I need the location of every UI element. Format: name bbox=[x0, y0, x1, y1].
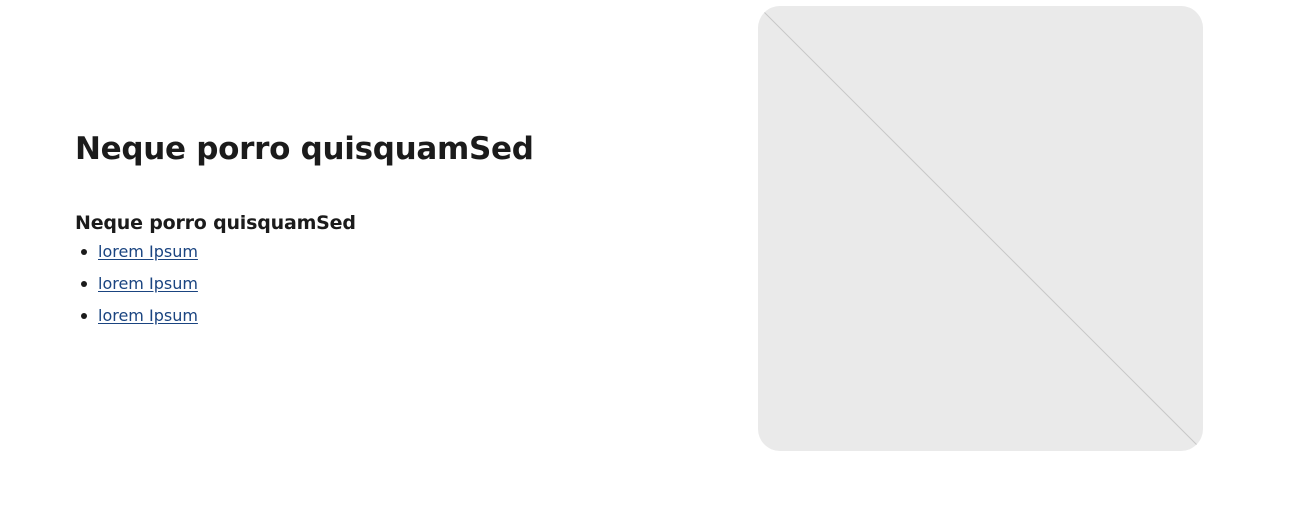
page-title: Neque porro quisquamSed bbox=[75, 131, 534, 167]
bullet-icon bbox=[81, 281, 87, 287]
lorem-ipsum-link[interactable]: lorem Ipsum bbox=[98, 306, 198, 325]
list-item: lorem Ipsum bbox=[75, 306, 675, 338]
list-item: lorem Ipsum bbox=[75, 274, 675, 306]
image-placeholder-icon bbox=[763, 11, 1198, 446]
list-item: lorem Ipsum bbox=[75, 242, 675, 274]
lorem-ipsum-link[interactable]: lorem Ipsum bbox=[98, 274, 198, 293]
link-list: lorem Ipsum lorem Ipsum lorem Ipsum bbox=[75, 242, 675, 338]
content-section: Neque porro quisquamSed Neque porro quis… bbox=[75, 128, 675, 338]
image-placeholder bbox=[758, 6, 1203, 451]
section-subtitle: Neque porro quisquamSed bbox=[75, 212, 356, 234]
lorem-ipsum-link[interactable]: lorem Ipsum bbox=[98, 242, 198, 261]
placeholder-diagonal-line bbox=[763, 11, 1198, 446]
bullet-icon bbox=[81, 249, 87, 255]
bullet-icon bbox=[81, 313, 87, 319]
